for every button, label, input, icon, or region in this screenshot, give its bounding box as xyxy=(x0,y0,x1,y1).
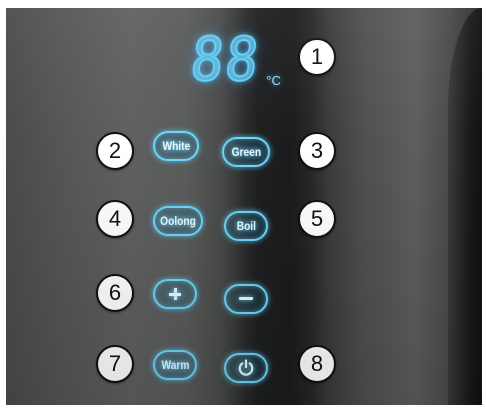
keep-warm-label: Warm xyxy=(161,358,189,372)
boil-label: Boil xyxy=(236,219,256,233)
oolong-tea-label: Oolong xyxy=(160,214,196,228)
power-icon xyxy=(238,359,254,376)
plus-icon xyxy=(168,287,182,301)
increase-temperature-button[interactable] xyxy=(153,279,197,309)
callout-badge-2: 2 xyxy=(96,132,134,170)
callout-badge-1: 1 xyxy=(298,38,336,76)
green-tea-label: Green xyxy=(231,145,261,159)
green-tea-button[interactable]: Green xyxy=(222,137,270,167)
panel-edge xyxy=(448,8,482,405)
callout-badge-3: 3 xyxy=(298,132,336,170)
temperature-display: 88 °C xyxy=(187,24,281,96)
minus-icon xyxy=(239,292,253,306)
keep-warm-button[interactable]: Warm xyxy=(153,350,197,380)
white-tea-label: White xyxy=(162,139,190,153)
temperature-unit: °C xyxy=(266,73,281,88)
boil-button[interactable]: Boil xyxy=(224,211,268,241)
callout-badge-4: 4 xyxy=(96,200,134,238)
kettle-control-panel: 88 °C 1 2 3 4 5 6 7 8 White Green Oolong… xyxy=(6,8,482,405)
white-tea-button[interactable]: White xyxy=(153,131,199,161)
temperature-digits: 88 xyxy=(187,24,265,96)
callout-badge-8: 8 xyxy=(298,345,336,383)
callout-badge-5: 5 xyxy=(298,200,336,238)
power-button[interactable] xyxy=(224,353,268,383)
callout-badge-6: 6 xyxy=(96,274,134,312)
callout-badge-7: 7 xyxy=(96,345,134,383)
oolong-tea-button[interactable]: Oolong xyxy=(153,206,203,236)
decrease-temperature-button[interactable] xyxy=(224,284,268,314)
